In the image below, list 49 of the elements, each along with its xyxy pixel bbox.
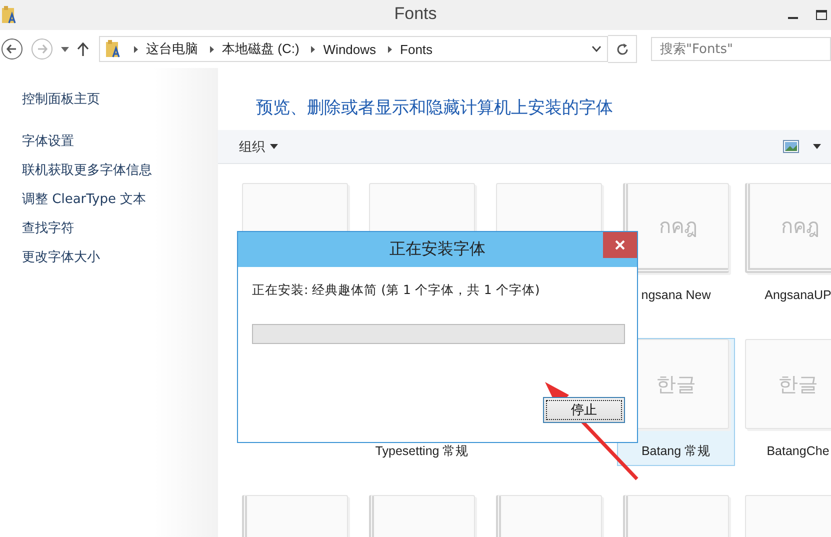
sidebar-link[interactable]: 查找字符 [22,219,218,248]
organize-menu[interactable]: 组织 [239,138,278,156]
close-icon [615,240,625,250]
page-heading: 预览、删除或者显示和隐藏计算机上安装的字体 [255,97,614,120]
font-sample: กคฎ [659,213,697,240]
install-message: 正在安装: 经典趣体简 (第 1 个字体，共 1 个字体) [252,282,541,299]
font-item[interactable]: กคฎ AngsanaUP [744,182,831,310]
chevron-right-icon[interactable] [388,46,392,52]
refresh-icon [616,42,628,56]
chevron-right-icon[interactable] [311,46,316,52]
search-field[interactable]: 搜索"Fonts" [651,37,831,61]
address-bar[interactable]: 这台电脑 本地磁盘 (C:) Windows Fonts [99,36,608,62]
font-name: AngsanaUP [764,287,831,304]
breadcrumb-item[interactable]: 本地磁盘 (C:) [222,40,300,58]
window-title: Fonts [394,4,437,24]
sidebar-link[interactable]: 调整 ClearType 文本 [22,190,218,219]
breadcrumb-item[interactable]: Windows [323,42,376,56]
font-name: Typesetting 常规 [375,443,469,460]
back-icon[interactable] [1,38,23,60]
fonts-folder-icon [106,40,122,58]
view-picture-icon[interactable] [783,140,799,153]
dropdown-chevron-icon[interactable] [592,46,601,52]
close-button[interactable] [603,232,637,258]
sidebar-link[interactable]: 联机获取更多字体信息 [22,161,218,190]
sidebar-link[interactable]: 控制面板主页 [22,90,218,119]
minimize-icon[interactable] [788,16,798,20]
font-name: BatangChe [766,443,830,460]
breadcrumb-item[interactable]: Fonts [400,42,433,56]
sidebar-link[interactable]: 更改字体大小 [22,248,218,277]
dialog-title: 正在安装字体 [390,239,486,260]
maximize-icon[interactable] [816,10,827,20]
font-item[interactable]: 한글 BatangChe [744,338,831,466]
breadcrumb-item[interactable]: 这台电脑 [146,40,198,58]
fonts-folder-icon [2,6,18,24]
font-name: ngsana New [641,287,711,304]
view-dropdown-icon[interactable] [813,144,821,149]
stop-button[interactable]: 停止 [543,397,625,423]
font-name: Batang 常规 [641,443,711,460]
font-sample: กคฎ [781,213,819,240]
dropdown-caret-icon[interactable] [61,46,69,52]
sidebar-link[interactable]: 字体设置 [22,132,218,161]
font-sample: 한글 [656,370,696,398]
caret-icon [270,144,278,149]
refresh-button[interactable] [608,35,637,63]
font-sample: 한글 [778,370,818,398]
up-arrow-icon[interactable] [77,42,89,56]
chevron-right-icon[interactable] [210,46,214,52]
chevron-right-icon[interactable] [134,46,138,52]
font-item[interactable]: กคฎ ngsana New [617,182,735,310]
